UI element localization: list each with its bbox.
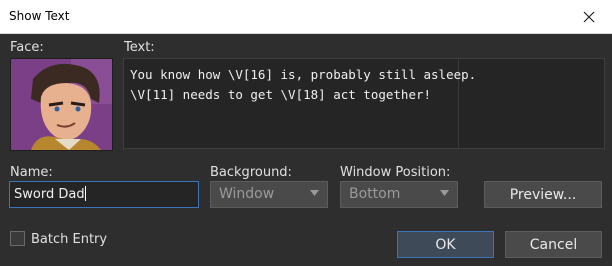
text-label: Text: [124,40,155,55]
window-position-select-value: Bottom [349,186,401,202]
chevron-down-icon [440,190,449,196]
name-value: Sword Dad [14,187,85,202]
face-portrait [11,59,112,150]
chevron-down-icon [310,190,319,196]
background-select-value: Window [219,186,275,202]
window-position-label: Window Position: [340,165,451,180]
message-line-1: You know how \V[16] is, probably still a… [130,67,477,82]
batch-entry-checkbox[interactable] [10,231,25,246]
title-bar: Show Text [0,0,612,34]
ok-button[interactable]: OK [397,231,494,258]
batch-entry-label: Batch Entry [31,232,108,247]
window-title: Show Text [9,9,70,23]
show-text-dialog: Show Text Face: Text: You know how \V[16… [0,0,612,266]
preview-button-label: Preview... [509,186,577,203]
background-label: Background: [210,165,292,180]
background-select[interactable]: Window [210,181,328,208]
close-icon [583,11,595,22]
face-picker[interactable] [10,58,113,151]
cancel-button-label: Cancel [529,236,578,253]
name-field[interactable]: Sword Dad [9,181,199,208]
text-caret [84,186,86,201]
ok-button-label: OK [435,236,456,253]
message-line-2: \V[11] needs to get \V[18] act together! [130,87,432,102]
preview-button[interactable]: Preview... [484,181,602,208]
name-label: Name: [10,165,53,180]
message-text-area[interactable]: You know how \V[16] is, probably still a… [123,58,605,149]
window-position-select[interactable]: Bottom [340,181,458,208]
close-button[interactable] [566,0,612,33]
cancel-button[interactable]: Cancel [505,231,602,258]
face-label: Face: [10,40,44,55]
